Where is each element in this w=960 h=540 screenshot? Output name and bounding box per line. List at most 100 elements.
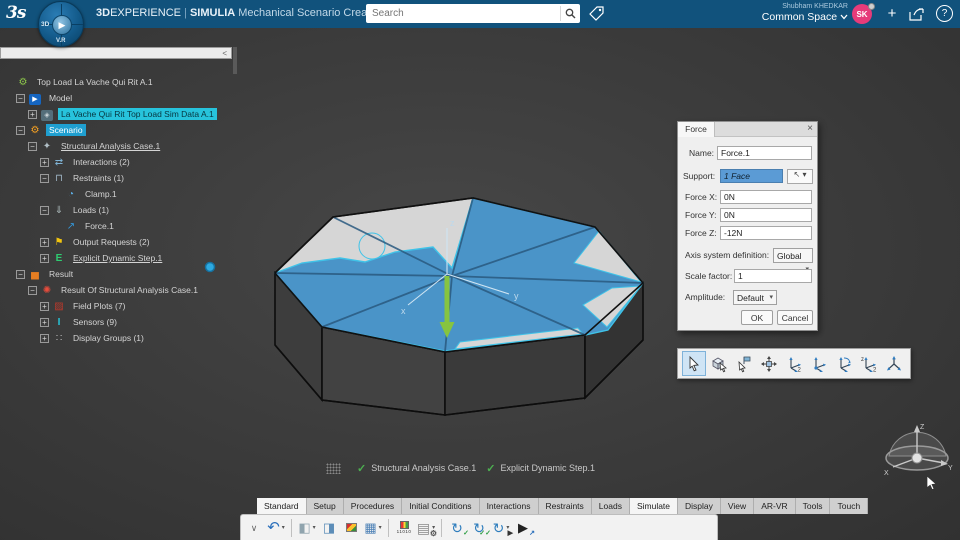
tree-item[interactable]: − ⊓ Restraints (1)	[0, 170, 250, 186]
output-data-button[interactable]: 11010	[394, 517, 414, 539]
table-view-button[interactable]: ▦ ▾	[363, 517, 383, 539]
tree-item[interactable]: + E Explicit Dynamic Step.1	[0, 250, 250, 266]
tree-item-label[interactable]: Sensors (9)	[70, 316, 120, 328]
axes-two-direction-tool[interactable]: z2	[857, 351, 881, 376]
simulate-run-button[interactable]: ▶ ↗	[513, 517, 535, 539]
force-x-field[interactable]	[720, 190, 812, 204]
ok-button[interactable]: OK	[741, 310, 773, 325]
collapse-icon[interactable]: −	[16, 269, 25, 279]
undo-button[interactable]: ↶ ▾	[266, 517, 286, 539]
tree-item[interactable]: − ✦ Structural Analysis Case.1	[0, 138, 250, 154]
tab-standard[interactable]: Standard	[257, 498, 307, 514]
tree-item[interactable]: + ⚑ Output Requests (2)	[0, 234, 250, 250]
tree-item[interactable]: ◔ Clamp.1	[0, 186, 250, 202]
compass-vr-quadrant[interactable]: V.R	[56, 38, 65, 44]
collapse-icon[interactable]: −	[16, 93, 25, 103]
translate-axes-tool[interactable]: 2	[782, 351, 806, 376]
tree-item[interactable]: − ⇓ Loads (1)	[0, 202, 250, 218]
tree-item-label[interactable]: La Vache Qui Rit Top Load Sim Data A.1	[58, 108, 217, 120]
pan-manipulator-tool[interactable]	[757, 351, 781, 376]
tree-horizontal-scrollbar[interactable]: <	[0, 47, 232, 59]
tree-item-label[interactable]: Output Requests (2)	[70, 236, 153, 248]
tree-item[interactable]: ↗ Force.1	[0, 218, 250, 234]
run-options-button[interactable]: ↻ ▶ ▾	[491, 517, 513, 539]
tree-item[interactable]: + ∷ Display Groups (1)	[0, 330, 250, 346]
close-icon[interactable]: ×	[807, 123, 813, 134]
tree-item[interactable]: + ◈ La Vache Qui Rit Top Load Sim Data A.1	[0, 106, 250, 122]
dropdown-caret-icon[interactable]: ▾	[379, 524, 382, 531]
search-input[interactable]	[366, 8, 560, 19]
part-button[interactable]: ◧ ▾	[297, 517, 317, 539]
compass-play-button[interactable]: ▶	[52, 15, 72, 35]
tab-setup[interactable]: Setup	[306, 498, 344, 514]
tab-interactions[interactable]: Interactions	[479, 498, 539, 514]
free-rotation-tool[interactable]	[882, 351, 906, 376]
probe-tool[interactable]	[732, 351, 756, 376]
add-content-button[interactable]: +	[882, 4, 902, 24]
space-selector[interactable]: Common Space	[748, 11, 848, 23]
force-z-field[interactable]	[720, 226, 812, 240]
tab-loads[interactable]: Loads	[591, 498, 630, 514]
validate-button[interactable]: ↻ ✓✓	[469, 517, 491, 539]
collapse-icon[interactable]: −	[28, 141, 37, 151]
tree-scrollbar-handle[interactable]	[233, 47, 237, 74]
tree-item[interactable]: − ✺ Result Of Structural Analysis Case.1	[0, 282, 250, 298]
force-y-field[interactable]	[720, 208, 812, 222]
tab-touch[interactable]: Touch	[830, 498, 869, 514]
expand-icon[interactable]: +	[40, 237, 49, 247]
tab-procedures[interactable]: Procedures	[343, 498, 403, 514]
tree-item-label[interactable]: Result Of Structural Analysis Case.1	[58, 284, 201, 296]
tab-initial-conditions[interactable]: Initial Conditions	[402, 498, 480, 514]
support-field[interactable]: 1 Face	[720, 169, 783, 183]
search-box[interactable]	[366, 4, 580, 23]
search-icon[interactable]	[560, 6, 580, 21]
tab-view[interactable]: View	[720, 498, 755, 514]
select-geometry-tool[interactable]	[707, 351, 731, 376]
support-picker-button[interactable]: ↖ ▾	[787, 169, 813, 184]
force-dialog-titlebar[interactable]: Force ×	[678, 122, 817, 137]
tab-restraints[interactable]: Restraints	[538, 498, 592, 514]
tree-item[interactable]: ⚙ Top Load La Vache Qui Rit A.1	[0, 74, 250, 90]
tab-display[interactable]: Display	[678, 498, 721, 514]
tree-item-label[interactable]: Scenario	[46, 124, 86, 136]
expand-icon[interactable]: +	[40, 301, 49, 311]
tree-item-label[interactable]: Restraints (1)	[70, 172, 127, 184]
dropdown-caret-icon[interactable]: ▾	[313, 524, 316, 531]
collapse-icon[interactable]: −	[16, 125, 25, 135]
nav-compass[interactable]: X Y Z	[884, 424, 953, 477]
tree-item-label[interactable]: Explicit Dynamic Step.1	[70, 252, 165, 264]
expand-icon[interactable]: +	[40, 317, 49, 327]
tree-item-label[interactable]: Field Plots (7)	[70, 300, 128, 312]
tree-item-label[interactable]: Force.1	[82, 220, 117, 232]
tree-item-label[interactable]: Clamp.1	[82, 188, 120, 200]
expand-panel-button[interactable]: ∨	[244, 517, 264, 539]
axis-system-dropdown[interactable]: Global▾	[773, 248, 813, 273]
cancel-button[interactable]: Cancel	[777, 310, 813, 325]
tree-item[interactable]: + I Sensors (9)	[0, 314, 250, 330]
tree-item-label[interactable]: Display Groups (1)	[70, 332, 147, 344]
collapse-icon[interactable]: −	[40, 173, 49, 183]
move-axes-tool[interactable]	[807, 351, 831, 376]
tree-item[interactable]: + ⇄ Interactions (2)	[0, 154, 250, 170]
dropdown-caret-icon[interactable]: ▾	[282, 524, 285, 531]
select-tool[interactable]	[681, 351, 706, 376]
tree-item-label[interactable]: Result	[46, 268, 76, 280]
database-button[interactable]: ▤ ⚙ ▾	[416, 517, 437, 539]
tree-item[interactable]: + ▨ Field Plots (7)	[0, 298, 250, 314]
tree-item-label[interactable]: Top Load La Vache Qui Rit A.1	[34, 76, 156, 88]
tree-item-label[interactable]: Structural Analysis Case.1	[58, 140, 163, 152]
update-button[interactable]: ↻ ✓	[447, 517, 469, 539]
tag-icon[interactable]	[588, 5, 605, 22]
collapse-icon[interactable]: −	[28, 285, 37, 295]
share-icon[interactable]	[908, 6, 926, 22]
amplitude-dropdown[interactable]: Default ▾	[733, 290, 777, 305]
collapse-icon[interactable]: −	[40, 205, 49, 215]
rotate-axes-tool[interactable]	[832, 351, 856, 376]
experience-compass[interactable]: 3D ▶ V.R	[38, 1, 84, 47]
import-model-button[interactable]: ◨	[319, 517, 339, 539]
help-button[interactable]: ?	[936, 5, 953, 22]
dassault-3ds-logo[interactable]: 3s	[6, 3, 26, 23]
expand-icon[interactable]: +	[28, 109, 37, 119]
tab-tools[interactable]: Tools	[795, 498, 831, 514]
compass-3d-quadrant[interactable]: 3D	[41, 21, 49, 28]
